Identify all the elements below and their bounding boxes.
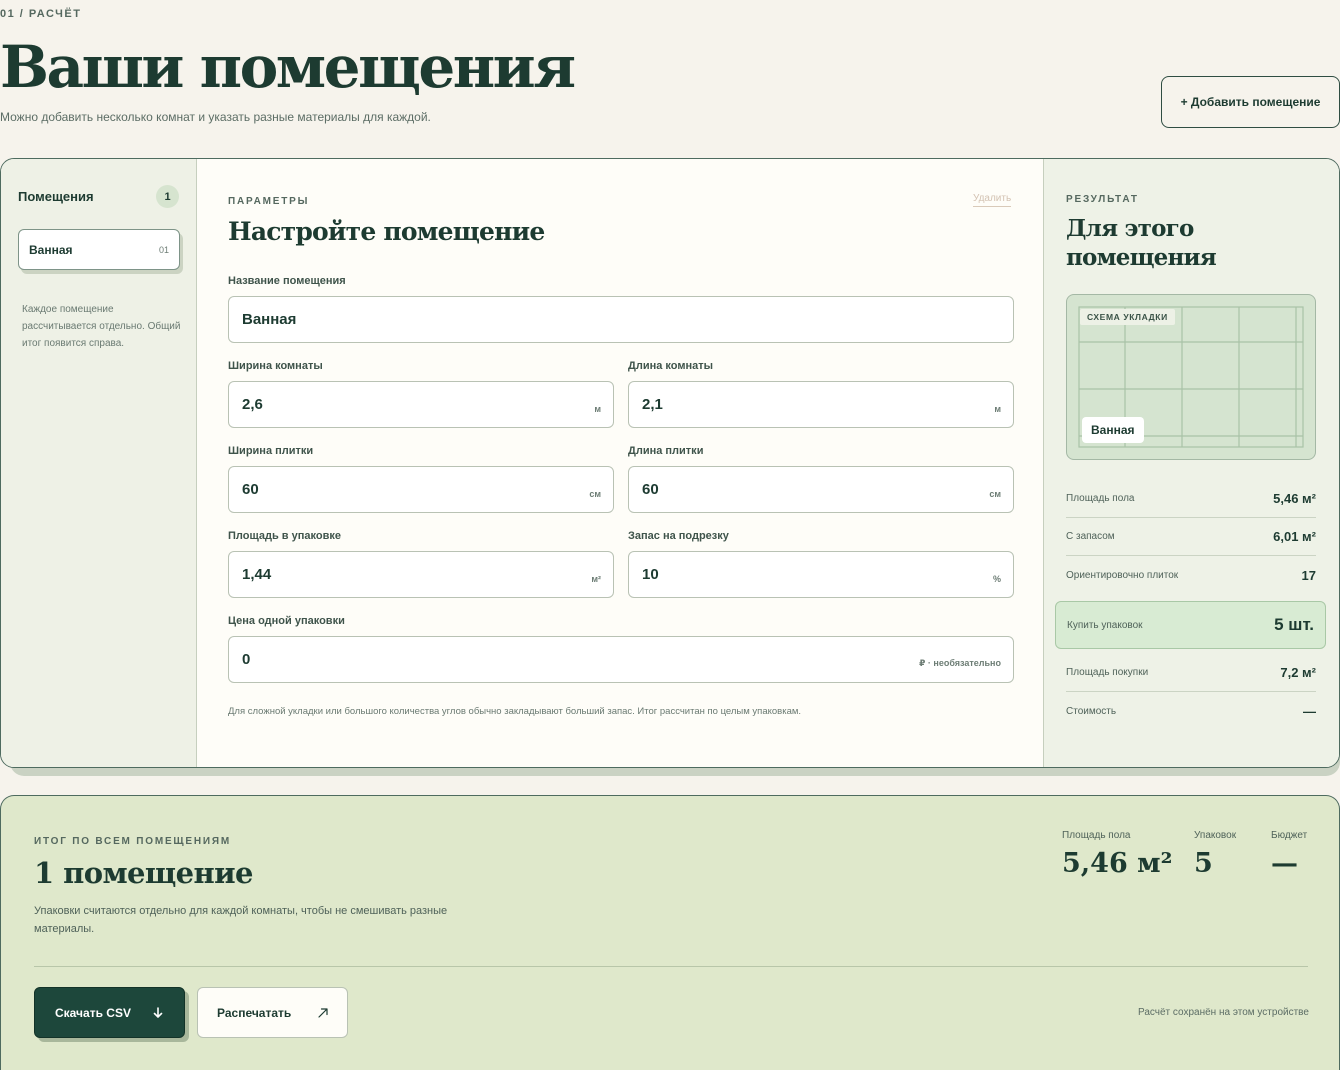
sidebar-title: Помещения: [18, 189, 94, 204]
metric-value: 6,01 м²: [1273, 529, 1316, 544]
tile-length-unit: см: [989, 488, 1001, 499]
room-name-value: Ванная: [242, 311, 297, 328]
result-panel: РЕЗУЛЬТАТ Для этого помещения СХЕМА УКЛА…: [1043, 159, 1339, 767]
delete-room-link[interactable]: Удалить: [973, 193, 1012, 207]
sidebar-note: Каждое помещение рассчитывается отдельно…: [22, 304, 181, 349]
total-floor-area: Площадь пола 5,46 м²: [1062, 830, 1172, 879]
form-eyebrow: ПАРАМЕТРЫ: [228, 196, 310, 207]
metric-with-reserve: С запасом 6,01 м²: [1066, 518, 1316, 556]
pack-area-field[interactable]: 1,44 м²: [228, 551, 614, 598]
total-packs: Упаковок 5: [1194, 830, 1236, 879]
total-stat-label: Упаковок: [1194, 830, 1237, 841]
scheme-label: СХЕМА УКЛАДКИ: [1080, 309, 1175, 325]
room-length-field[interactable]: 2,1 м: [628, 381, 1014, 428]
room-width-field[interactable]: 2,6 м: [228, 381, 614, 428]
totals-title: 1 помещение: [34, 856, 254, 890]
total-stat-value: 5,46 м²: [1062, 848, 1173, 879]
totals-eyebrow: ИТОГ ПО ВСЕМ ПОМЕЩЕНИЯМ: [34, 836, 232, 847]
metric-value: 17: [1301, 567, 1316, 583]
cut-reserve-value: 10: [642, 566, 659, 583]
totals-section: ИТОГ ПО ВСЕМ ПОМЕЩЕНИЯМ 1 помещение Упак…: [0, 795, 1340, 1070]
metric-label: Купить упаковок: [1067, 619, 1143, 631]
pack-price-value: 0: [242, 651, 251, 668]
print-label: Распечатать: [217, 1005, 292, 1020]
room-width-value: 2,6: [242, 396, 263, 413]
metric-label: Ориентировочно плиток: [1066, 569, 1179, 581]
metric-value: 5 шт.: [1274, 615, 1314, 634]
metric-cost: Стоимость —: [1066, 692, 1316, 730]
rooms-count-badge: 1: [156, 185, 179, 208]
tile-width-value: 60: [242, 481, 259, 498]
metric-value: —: [1303, 703, 1316, 719]
tile-width-label: Ширина плитки: [228, 445, 314, 457]
download-csv-button[interactable]: Скачать CSV: [34, 987, 185, 1038]
sidebar-item-room[interactable]: Ванная 01: [18, 229, 180, 270]
total-stat-value: 5: [1194, 848, 1213, 879]
metric-value: 5,46 м²: [1273, 491, 1316, 506]
download-csv-label: Скачать CSV: [55, 1005, 131, 1020]
sidebar-item-number: 01: [158, 244, 169, 255]
room-length-label: Длина комнаты: [628, 360, 714, 372]
room-width-label: Ширина комнаты: [228, 360, 323, 372]
totals-divider: [34, 966, 1308, 967]
metric-label: Стоимость: [1066, 705, 1117, 717]
form-title: Настройте помещение: [228, 217, 545, 246]
metric-value: 7,2 м²: [1280, 665, 1316, 680]
pack-area-label: Площадь в упаковке: [228, 530, 341, 542]
room-width-unit: м: [594, 403, 601, 414]
tile-width-unit: см: [589, 488, 601, 499]
metric-label: Площадь пола: [1066, 493, 1135, 504]
pack-area-value: 1,44: [242, 566, 272, 583]
pack-price-unit: ₽ · необязательно: [919, 658, 1001, 668]
total-stat-label: Бюджет: [1271, 830, 1308, 841]
result-eyebrow: РЕЗУЛЬТАТ: [1066, 194, 1139, 205]
cut-reserve-field[interactable]: 10 %: [628, 551, 1014, 598]
metric-purchase-area: Площадь покупки 7,2 м²: [1066, 654, 1316, 692]
room-length-unit: м: [994, 403, 1001, 414]
arrow-up-right-icon: [318, 1007, 328, 1018]
pack-price-label: Цена одной упаковки: [228, 615, 345, 627]
room-name-field[interactable]: Ванная: [228, 296, 1014, 343]
totals-note: Упаковки считаются отдельно для каждой к…: [34, 905, 448, 935]
page-eyebrow: 01 / РАСЧЁТ: [0, 8, 82, 20]
page-title: Ваши помещения: [0, 33, 576, 101]
total-stat-label: Площадь пола: [1062, 830, 1131, 841]
scheme-room-label: Ванная: [1082, 417, 1144, 443]
room-name-label: Название помещения: [228, 275, 346, 287]
tile-length-value: 60: [642, 481, 659, 498]
pack-price-field[interactable]: 0 ₽ · необязательно: [228, 636, 1014, 683]
pack-area-unit: м²: [591, 573, 601, 584]
saved-note: Расчёт сохранён на этом устройстве: [1138, 1007, 1309, 1018]
metric-floor-area: Площадь пола 5,46 м²: [1066, 480, 1316, 518]
metric-label: С запасом: [1066, 531, 1115, 542]
arrow-down-icon: [153, 1006, 163, 1018]
room-form: ПАРАМЕТРЫ Удалить Настройте помещение На…: [197, 159, 1043, 767]
metric-packs: Купить упаковок 5 шт.: [1055, 601, 1326, 649]
main-card: Помещения 1 Ванная 01 Каждое помещение р…: [0, 158, 1340, 768]
tile-width-field[interactable]: 60 см: [228, 466, 614, 513]
rooms-sidebar: Помещения 1 Ванная 01 Каждое помещение р…: [1, 159, 197, 767]
tile-length-label: Длина плитки: [628, 445, 704, 457]
add-room-button[interactable]: + Добавить помещение: [1161, 76, 1340, 128]
sidebar-item-label: Ванная: [29, 242, 73, 257]
cut-reserve-unit: %: [992, 573, 1001, 584]
metric-tiles: Ориентировочно плиток 17: [1066, 556, 1316, 594]
cut-reserve-label: Запас на подрезку: [628, 530, 729, 542]
page-subtitle: Можно добавить несколько комнат и указат…: [0, 110, 431, 124]
result-title: Для этого помещения: [1066, 215, 1217, 271]
tile-layout-scheme: СХЕМА УКЛАДКИ Ванная: [1066, 294, 1316, 460]
room-length-value: 2,1: [642, 396, 663, 413]
total-budget: Бюджет —: [1271, 830, 1307, 879]
form-note: Для сложной укладки или большого количес…: [228, 706, 802, 717]
metric-label: Площадь покупки: [1066, 667, 1149, 678]
print-button[interactable]: Распечатать: [197, 987, 348, 1038]
tile-length-field[interactable]: 60 см: [628, 466, 1014, 513]
total-stat-value: —: [1271, 848, 1298, 879]
